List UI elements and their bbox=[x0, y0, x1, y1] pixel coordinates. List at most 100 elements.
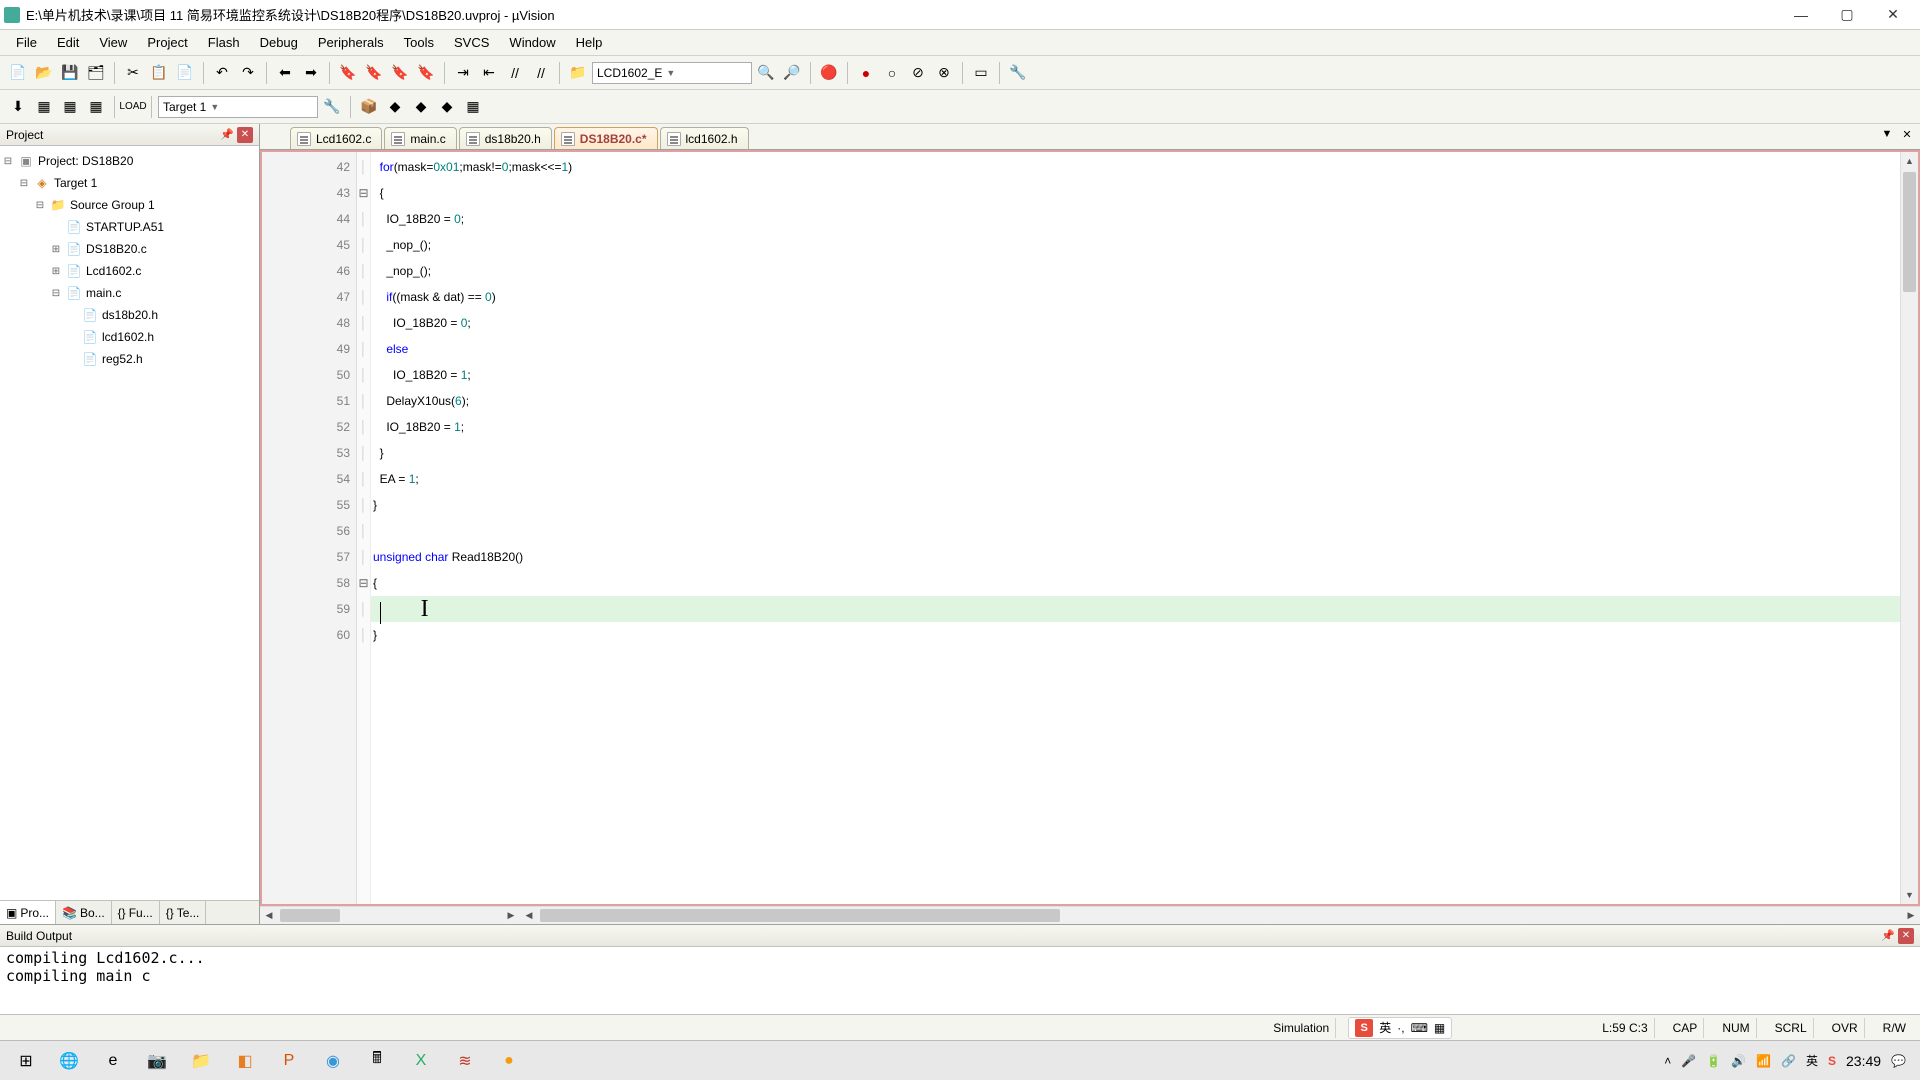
scroll-right-icon[interactable]: ▶ bbox=[1902, 907, 1920, 924]
open-file-button[interactable]: 📂 bbox=[32, 61, 56, 85]
tray-sogou-icon[interactable]: S bbox=[1828, 1054, 1836, 1068]
scroll-up-icon[interactable]: ▲ bbox=[1901, 152, 1918, 170]
menu-debug[interactable]: Debug bbox=[250, 30, 308, 55]
tree-file[interactable]: ⊞📄DS18B20.c bbox=[2, 238, 257, 260]
taskbar-app2[interactable]: ◉ bbox=[312, 1045, 354, 1077]
bookmark-prev-button[interactable]: 🔖 bbox=[362, 61, 386, 85]
tree-project-root[interactable]: ⊟ ▣ Project: DS18B20 bbox=[2, 150, 257, 172]
ime-indicator[interactable]: S 英 ·, ⌨ ▦ bbox=[1348, 1017, 1452, 1039]
window-close[interactable]: ✕ bbox=[1870, 0, 1916, 30]
bookmark-clear-button[interactable]: 🔖 bbox=[414, 61, 438, 85]
build-output-text[interactable]: compiling Lcd1602.c... compiling main c bbox=[0, 947, 1920, 1014]
taskbar-ie[interactable]: e bbox=[92, 1045, 134, 1077]
batch-build-button[interactable]: ▦ bbox=[84, 95, 108, 119]
target-combo[interactable]: Target 1 ▼ bbox=[158, 96, 318, 118]
menu-view[interactable]: View bbox=[89, 30, 137, 55]
save-all-button[interactable]: 🗂 bbox=[84, 61, 108, 85]
nav-back-button[interactable]: ⬅ bbox=[273, 61, 297, 85]
scroll-thumb[interactable] bbox=[1903, 172, 1916, 292]
taskbar-edge[interactable]: 🌐 bbox=[48, 1045, 90, 1077]
code-text[interactable]: for(mask=0x01;mask!=0;mask<<=1) { IO_18B… bbox=[371, 152, 1900, 904]
menu-file[interactable]: File bbox=[6, 30, 47, 55]
rebuild-button[interactable]: ▦ bbox=[58, 95, 82, 119]
menu-edit[interactable]: Edit bbox=[47, 30, 89, 55]
file-tab[interactable]: DS18B20.c* bbox=[554, 127, 658, 149]
manage-button[interactable]: 📦 bbox=[357, 95, 381, 119]
close-icon[interactable]: ✕ bbox=[237, 127, 253, 143]
tray-lang-icon[interactable]: 英 bbox=[1806, 1052, 1818, 1069]
bookmark-next-button[interactable]: 🔖 bbox=[388, 61, 412, 85]
find-combo[interactable]: LCD1602_E ▼ bbox=[592, 62, 752, 84]
manage5-button[interactable]: ▦ bbox=[461, 95, 485, 119]
cut-button[interactable]: ✂ bbox=[121, 61, 145, 85]
nav-fwd-button[interactable]: ➡ bbox=[299, 61, 323, 85]
tree-group[interactable]: ⊟ 📁 Source Group 1 bbox=[2, 194, 257, 216]
record-button[interactable]: ● bbox=[854, 61, 878, 85]
redo-button[interactable]: ↷ bbox=[236, 61, 260, 85]
undo-button[interactable]: ↶ bbox=[210, 61, 234, 85]
taskbar-excel[interactable]: X bbox=[400, 1045, 442, 1077]
manage4-button[interactable]: ◆ bbox=[435, 95, 459, 119]
find-button[interactable]: 🔍 bbox=[754, 61, 778, 85]
breakpoint-del-button[interactable]: ⊗ bbox=[932, 61, 956, 85]
scroll-down-icon[interactable]: ▼ bbox=[1901, 886, 1918, 904]
save-button[interactable]: 💾 bbox=[58, 61, 82, 85]
scroll-right-icon[interactable]: ▶ bbox=[502, 907, 520, 924]
breakpoint-button[interactable]: ⊘ bbox=[906, 61, 930, 85]
menu-help[interactable]: Help bbox=[566, 30, 613, 55]
build-button[interactable]: ▦ bbox=[32, 95, 56, 119]
close-icon[interactable]: ✕ bbox=[1898, 928, 1914, 944]
taskbar-app4[interactable]: ● bbox=[488, 1045, 530, 1077]
system-tray[interactable]: ˄ 🎤 🔋 🔊 📶 🔗 英 S 23:49 💬 bbox=[1656, 1052, 1914, 1069]
tree-target[interactable]: ⊟ ◈ Target 1 bbox=[2, 172, 257, 194]
stop-button[interactable]: ○ bbox=[880, 61, 904, 85]
manage2-button[interactable]: ◆ bbox=[383, 95, 407, 119]
vertical-scrollbar[interactable]: ▲ ▼ bbox=[1900, 152, 1918, 904]
taskbar-app1[interactable]: ◧ bbox=[224, 1045, 266, 1077]
window-layout-button[interactable]: ▭ bbox=[969, 61, 993, 85]
find-folder-button[interactable]: 📁 bbox=[566, 61, 590, 85]
paste-button[interactable]: 📄 bbox=[173, 61, 197, 85]
pin-icon[interactable]: 📌 bbox=[219, 127, 235, 143]
comment-button[interactable]: // bbox=[503, 61, 527, 85]
taskbar-calc[interactable]: 🖩 bbox=[356, 1045, 398, 1077]
menu-window[interactable]: Window bbox=[499, 30, 565, 55]
project-tab[interactable]: {}Fu... bbox=[112, 901, 160, 924]
tray-notifications-icon[interactable]: 💬 bbox=[1891, 1054, 1906, 1068]
tray-battery-icon[interactable]: 🔋 bbox=[1706, 1054, 1721, 1068]
config-button[interactable]: 🔧 bbox=[1006, 61, 1030, 85]
scroll-left-icon[interactable]: ◀ bbox=[520, 907, 538, 924]
scroll-left-icon[interactable]: ◀ bbox=[260, 907, 278, 924]
file-tab[interactable]: main.c bbox=[384, 127, 456, 149]
fold-column[interactable]: │⊟││││││││││││││⊟││ bbox=[357, 152, 371, 904]
scroll-thumb[interactable] bbox=[280, 909, 340, 922]
tray-volume-icon[interactable]: 🔊 bbox=[1731, 1054, 1746, 1068]
window-maximize[interactable]: ▢ bbox=[1824, 0, 1870, 30]
project-tab[interactable]: ▣Pro... bbox=[0, 901, 56, 924]
file-tab[interactable]: lcd1602.h bbox=[660, 127, 749, 149]
download-button[interactable]: LOAD bbox=[121, 95, 145, 119]
outdent-button[interactable]: ⇤ bbox=[477, 61, 501, 85]
taskbar-powerpoint[interactable]: P bbox=[268, 1045, 310, 1077]
new-file-button[interactable]: 📄 bbox=[6, 61, 30, 85]
tray-mic-icon[interactable]: 🎤 bbox=[1681, 1054, 1696, 1068]
translate-button[interactable]: ⬇ bbox=[6, 95, 30, 119]
editor-hscroll[interactable]: ◀ ▶ bbox=[520, 906, 1920, 924]
file-tab[interactable]: ds18b20.h bbox=[459, 127, 552, 149]
menu-project[interactable]: Project bbox=[137, 30, 197, 55]
window-minimize[interactable]: — bbox=[1778, 0, 1824, 30]
taskbar-app3[interactable]: ≋ bbox=[444, 1045, 486, 1077]
file-tab[interactable]: Lcd1602.c bbox=[290, 127, 382, 149]
project-tree[interactable]: ⊟ ▣ Project: DS18B20 ⊟ ◈ Target 1 ⊟ 📁 So… bbox=[0, 146, 259, 900]
code-editor[interactable]: 42434445464748495051525354555657585960 │… bbox=[260, 150, 1920, 906]
uncomment-button[interactable]: // bbox=[529, 61, 553, 85]
tree-file[interactable]: ⊞📄Lcd1602.c bbox=[2, 260, 257, 282]
manage3-button[interactable]: ◆ bbox=[409, 95, 433, 119]
debug-start-button[interactable]: 🔴 bbox=[817, 61, 841, 85]
tree-file[interactable]: 📄ds18b20.h bbox=[2, 304, 257, 326]
tray-wifi-icon[interactable]: 📶 bbox=[1756, 1054, 1771, 1068]
tree-file[interactable]: 📄lcd1602.h bbox=[2, 326, 257, 348]
menu-tools[interactable]: Tools bbox=[394, 30, 444, 55]
bookmark-button[interactable]: 🔖 bbox=[336, 61, 360, 85]
taskbar-explorer[interactable]: 📁 bbox=[180, 1045, 222, 1077]
